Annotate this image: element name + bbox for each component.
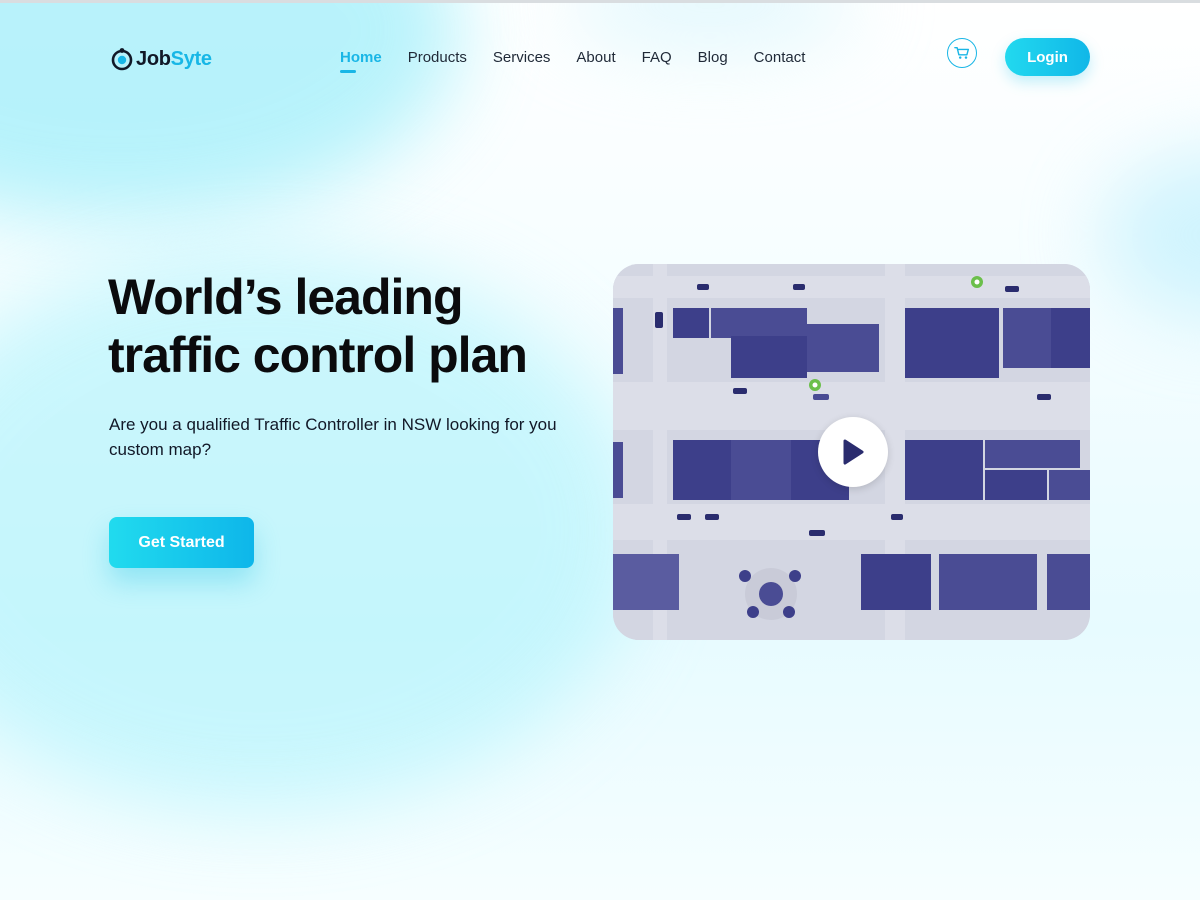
- hero-title-line-2: traffic control plan: [108, 327, 528, 383]
- logo-icon: [111, 48, 133, 71]
- nav-item-blog[interactable]: Blog: [698, 47, 728, 68]
- nav-item-contact[interactable]: Contact: [754, 47, 806, 68]
- nav-item-about[interactable]: About: [576, 47, 615, 68]
- logo[interactable]: JobSyte: [110, 44, 212, 74]
- logo-text: JobSyte: [136, 48, 212, 71]
- play-button[interactable]: [818, 417, 888, 487]
- hero-title: World’s leading traffic control plan: [108, 268, 608, 384]
- play-icon: [843, 439, 864, 465]
- nav-item-home[interactable]: Home: [340, 47, 382, 73]
- logo-text-syte: Syte: [170, 47, 212, 70]
- main-nav: Home Products Services About FAQ Blog Co…: [340, 47, 806, 73]
- hero-subtitle: Are you a qualified Traffic Controller i…: [109, 415, 557, 459]
- logo-text-job: Job: [136, 47, 171, 70]
- cart-icon: [954, 46, 970, 59]
- nav-item-products[interactable]: Products: [408, 47, 467, 68]
- video-thumbnail[interactable]: [613, 264, 1090, 640]
- login-button[interactable]: Login: [1005, 38, 1090, 76]
- cart-button[interactable]: [947, 38, 977, 68]
- get-started-button[interactable]: Get Started: [109, 517, 254, 568]
- nav-item-services[interactable]: Services: [493, 47, 551, 68]
- browser-top-border: [0, 0, 1200, 3]
- nav-item-faq[interactable]: FAQ: [642, 47, 672, 68]
- hero-title-line-1: World’s leading: [108, 269, 463, 325]
